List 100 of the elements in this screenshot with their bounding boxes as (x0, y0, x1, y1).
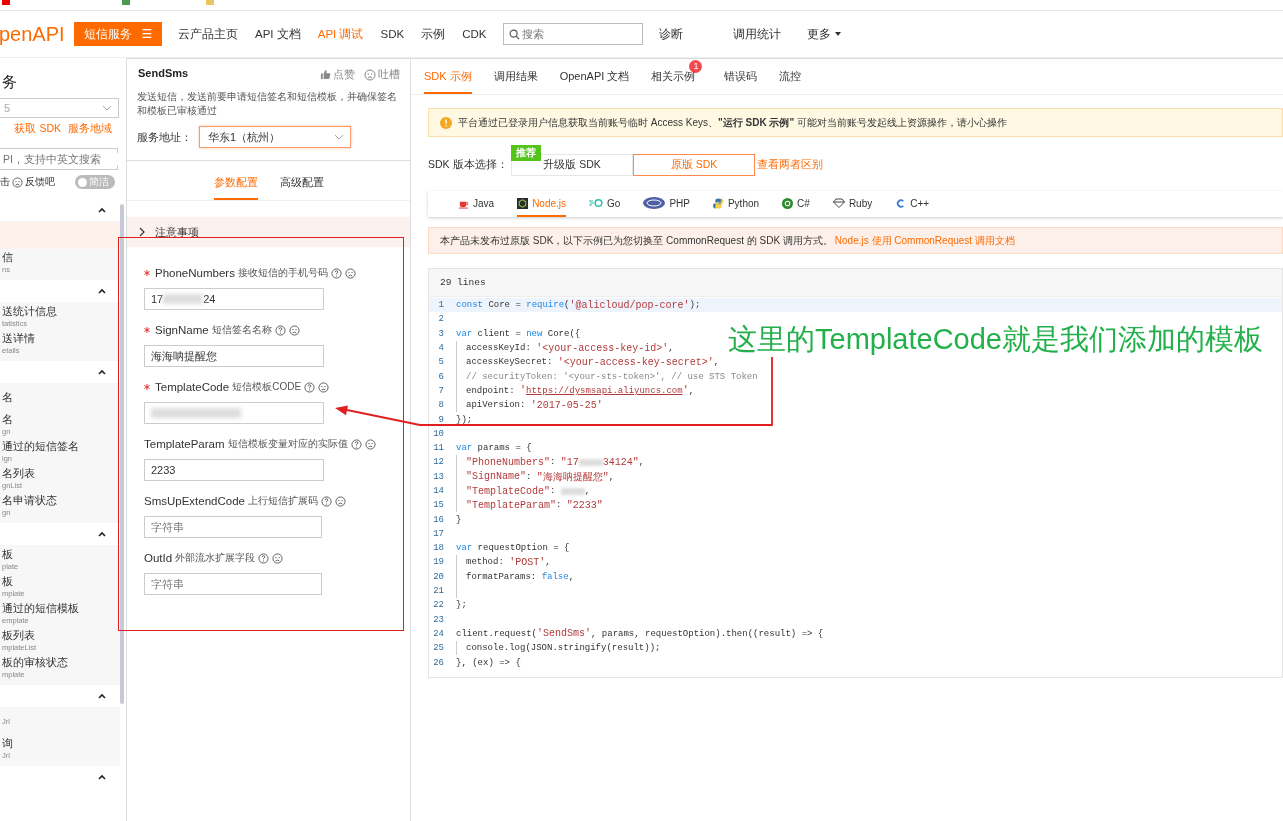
panel-tab[interactable]: 调用结果 (493, 59, 538, 94)
language-tab[interactable]: PHP (643, 191, 690, 217)
api-search-field[interactable]: PI，支持中英文搜索 (0, 148, 118, 170)
sad-face-icon[interactable] (272, 552, 284, 564)
nav-link[interactable]: 调用统计 (733, 26, 792, 42)
config-tab[interactable]: 高级配置 (279, 161, 324, 200)
help-icon[interactable] (330, 267, 342, 279)
param-input[interactable]: 2233 (144, 459, 324, 481)
api-name: 送统计信息 (2, 305, 58, 319)
sad-face-icon[interactable] (318, 381, 330, 393)
code-link[interactable]: https://dysmsapi.aliyuncs.com (526, 385, 683, 396)
language-tab[interactable]: C# (782, 191, 810, 217)
node-icon (517, 197, 529, 209)
line-number: 16 (432, 514, 444, 525)
code-text: ( (564, 300, 570, 311)
help-icon[interactable] (274, 324, 286, 336)
api-list-item[interactable]: 名 (0, 384, 120, 411)
line-number: 25 (432, 643, 444, 654)
line-number: 6 (437, 371, 444, 382)
code-text: , (688, 385, 695, 396)
code-string: "TemplateCode" (466, 485, 550, 497)
api-name: 板 (2, 575, 14, 589)
panel-tab[interactable]: OpenAPI 文档 (559, 59, 630, 94)
sad-face-icon[interactable] (288, 324, 300, 336)
nav-link[interactable]: SDK (380, 28, 405, 40)
speed-lines-icon (589, 198, 604, 208)
sad-face-icon[interactable] (364, 438, 376, 450)
collapse-caret-icon[interactable] (98, 774, 106, 780)
nav-link[interactable]: API 文档 (255, 26, 301, 42)
code-string: 'SendSms' (537, 628, 592, 640)
language-tab[interactable]: Java (458, 191, 495, 217)
collapse-caret-icon[interactable] (98, 207, 106, 213)
code-text: }); (456, 414, 473, 425)
endpoint-select[interactable]: 华东1（杭州） (199, 126, 351, 148)
code-string: '2017-05-25' (530, 399, 603, 411)
nav-link[interactable]: 更多 (807, 26, 866, 42)
code-string: "PhoneNumbers" (466, 456, 550, 468)
param-input[interactable]: 字符串 (144, 573, 322, 595)
feedback-text: 击 (0, 175, 10, 189)
code-keyword: var (456, 328, 473, 339)
param-name: SignName (155, 324, 209, 336)
api-name: 送详情 (2, 332, 36, 346)
code-text: Core({ (546, 328, 581, 339)
circle-icon (782, 197, 794, 209)
code-text: formatParams: (466, 571, 538, 582)
code-string: "2233" (566, 499, 603, 511)
code-text: ); (689, 300, 701, 311)
api-name: 名列表 (2, 467, 36, 481)
help-icon[interactable] (321, 495, 332, 507)
help-icon[interactable] (304, 381, 316, 393)
language-tab[interactable]: Ruby (832, 191, 873, 217)
feedback-link[interactable]: 反馈吧 (25, 175, 55, 189)
param-input[interactable]: 17 24 (144, 288, 324, 310)
api-title: SendSms (138, 67, 189, 81)
api-name: 板的审核状态 (2, 656, 69, 670)
panel-tab[interactable]: 流控 (779, 59, 802, 94)
code-text: : (550, 457, 557, 468)
sad-face-icon[interactable] (344, 267, 356, 279)
nav-link[interactable]: CDK (462, 28, 487, 40)
param-description: 短信模板变量对应的实际值 (227, 437, 348, 451)
api-name: 名 (2, 413, 14, 427)
code-text: Core = (487, 300, 522, 311)
nav-link[interactable]: 诊断 (659, 26, 718, 42)
code-string: 'POST' (509, 557, 546, 568)
param-input[interactable] (144, 402, 324, 424)
language-tab[interactable]: Go (589, 191, 621, 217)
language-tab[interactable]: Python (712, 191, 760, 217)
param-input[interactable]: 海海呐提醒您 (144, 345, 324, 367)
code-string: '<your-access-key-id>' (536, 342, 669, 354)
sad-face-icon[interactable] (335, 495, 346, 507)
param-description: 外部流水扩展字段 (175, 551, 256, 565)
collapse-caret-icon[interactable] (98, 369, 106, 375)
code-text: console.log(JSON.stringify(result)); (466, 643, 661, 654)
scrollbar[interactable] (120, 204, 124, 704)
search-field[interactable]: 搜索 (503, 23, 644, 45)
collapse-caret-icon[interactable] (98, 693, 106, 699)
endpoint-label: 服务地址： (137, 129, 193, 145)
collapse-caret-icon[interactable] (98, 288, 106, 294)
param-input[interactable]: 字符串 (144, 516, 322, 538)
api-description: 发送短信，发送前要申请短信签名和短信模板，并确保签名和模板已审核通过 (136, 90, 398, 118)
help-icon[interactable] (350, 438, 362, 450)
nav-link[interactable]: 示例 (421, 26, 446, 42)
line-number: 26 (432, 657, 444, 668)
panel-tab[interactable]: 错误码 (724, 59, 758, 94)
language-tab[interactable]: C++ (895, 191, 930, 217)
code-text: , params, requestOption).then((result) => { (591, 628, 824, 639)
collapse-caret-icon[interactable] (98, 531, 106, 537)
nav-link[interactable]: 云产品主页 (178, 26, 238, 42)
like-button[interactable]: 点赞 (320, 67, 355, 82)
code-keyword: false (541, 571, 569, 582)
api-name: 名申请状态 (2, 494, 58, 508)
help-icon[interactable] (258, 552, 270, 564)
code-text: , (668, 343, 674, 354)
code-comment: // securityToken: '<your-sts-token>', // use STS Token (466, 371, 758, 382)
code-text: , (568, 571, 575, 582)
snakes-icon (712, 197, 724, 209)
line-number: 15 (432, 500, 444, 511)
complain-button[interactable]: 吐槽 (364, 67, 400, 82)
code-text: params = { (476, 443, 532, 454)
line-number: 18 (432, 543, 444, 554)
